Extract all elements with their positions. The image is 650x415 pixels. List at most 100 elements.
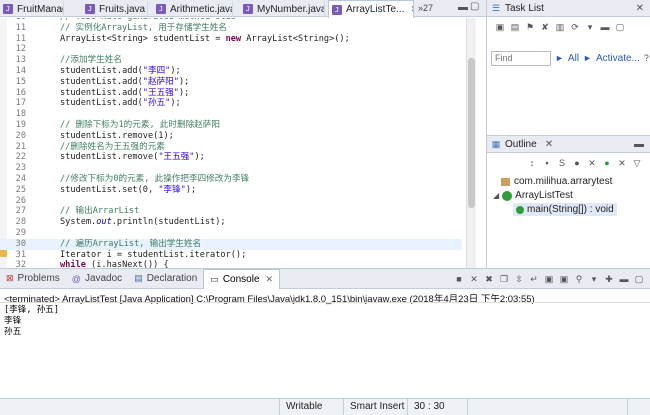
console-icon: ▭: [210, 273, 219, 284]
code-line[interactable]: 23: [0, 163, 462, 174]
code-line[interactable]: 12: [0, 44, 462, 55]
line-number: 17: [15, 98, 26, 109]
show-stderr-icon[interactable]: ▣: [559, 274, 569, 284]
outline-title[interactable]: Outline: [505, 139, 537, 150]
tab-arraylisttest[interactable]: J ArrayListTe... ✕: [328, 0, 414, 18]
code-line[interactable]: 31 Iterator i = studentList.iterator();: [0, 250, 462, 261]
collapse-arrow-icon[interactable]: ◢: [493, 191, 499, 200]
maximize-icon[interactable]: ▢: [615, 22, 625, 32]
hide-nonpublic-icon[interactable]: ●: [572, 158, 582, 168]
open-console-icon[interactable]: ✚: [604, 274, 614, 284]
code-line[interactable]: 13 //添加学生姓名: [0, 55, 462, 66]
code-line[interactable]: 20 studentList.remove(1);: [0, 131, 462, 142]
code-line[interactable]: 15 studentList.add("赵萨阳");: [0, 77, 462, 88]
find-input[interactable]: [491, 50, 551, 66]
next-icon[interactable]: ►: [555, 53, 564, 63]
code-line[interactable]: 19 // 删除下标为1的元素, 此时删除赵萨阳: [0, 120, 462, 131]
minimize-icon[interactable]: ▬: [619, 274, 629, 284]
code-line[interactable]: 25 studentList.set(0, "李锋");: [0, 185, 462, 196]
code-line[interactable]: 24 //修改下标为0的元素, 此操作把李四修改为李锋: [0, 174, 462, 185]
task-list-title[interactable]: Task List: [505, 3, 544, 14]
code-line[interactable]: 22 studentList.remove("王五强");: [0, 152, 462, 163]
next-icon[interactable]: ►: [583, 53, 592, 63]
close-icon[interactable]: ✕: [545, 139, 553, 150]
close-icon[interactable]: ✕: [636, 3, 644, 14]
synchronize-icon[interactable]: ⟳: [570, 22, 580, 32]
code-line[interactable]: 17 studentList.add("孙五");: [0, 98, 462, 109]
activate-link[interactable]: Activate...: [596, 53, 640, 64]
outline-class-item[interactable]: ◢ ArrayListTest: [493, 190, 573, 201]
hide-completed-icon[interactable]: ✘: [540, 22, 550, 32]
code-line[interactable]: 26: [0, 196, 462, 207]
code-line[interactable]: 28 System.out.println(studentList);: [0, 217, 462, 228]
tab-javadoc[interactable]: @ Javadoc: [66, 269, 128, 289]
code-line[interactable]: 16 studentList.add("王五强");: [0, 88, 462, 99]
collapse-icon[interactable]: ▥: [555, 22, 565, 32]
tab-overflow[interactable]: »27: [418, 3, 433, 13]
code-line[interactable]: 11 ArrayList<String> studentList = new Ar…: [0, 34, 462, 45]
filter-icon[interactable]: ⚑: [525, 22, 535, 32]
close-icon[interactable]: ✕: [266, 274, 274, 285]
maximize-icon[interactable]: ▢: [470, 1, 479, 12]
code-text: ArrayList<String> studentList = new Arra…: [60, 33, 350, 44]
copy-icon[interactable]: ❐: [499, 274, 509, 284]
code-text: studentList.add("孙五");: [60, 98, 181, 109]
tab-label: Fruits.java: [99, 3, 146, 15]
tab-declaration[interactable]: ▤ Declaration: [128, 269, 203, 289]
minimize-icon[interactable]: ▬: [634, 139, 644, 150]
outline-package-item[interactable]: com.milihua.arrarytest: [501, 176, 612, 187]
editor-vertical-scrollbar[interactable]: [466, 18, 476, 268]
code-line[interactable]: 21 //删除姓名为王五强的元素: [0, 142, 462, 153]
menu-icon[interactable]: ▽: [632, 158, 642, 168]
sort-icon[interactable]: ↕: [527, 158, 537, 168]
tab-arithmetic[interactable]: J Arithmetic.java: [153, 1, 233, 17]
menu-icon[interactable]: ▾: [585, 22, 595, 32]
new-task-icon[interactable]: ▣: [495, 22, 505, 32]
show-stdout-icon[interactable]: ▣: [544, 274, 554, 284]
pin-icon[interactable]: ⚲: [574, 274, 584, 284]
java-file-icon: J: [332, 4, 342, 15]
code-line[interactable]: 18: [0, 109, 462, 120]
minimize-icon[interactable]: ▬: [458, 2, 468, 13]
tab-console[interactable]: ▭ Console ✕: [203, 268, 281, 289]
code-line[interactable]: 14 studentList.add("李四");: [0, 66, 462, 77]
code-line[interactable]: 30 // 遍历ArrayList, 输出学生姓名: [0, 238, 462, 250]
tab-problems[interactable]: ⊠ Problems: [0, 269, 66, 289]
word-wrap-icon[interactable]: ↵: [529, 274, 539, 284]
close-icon[interactable]: ✕: [410, 4, 413, 15]
hide-local-types-icon[interactable]: ✕: [587, 158, 597, 168]
status-empty: [627, 399, 650, 415]
code-line[interactable]: 27 // 输出ArrarList: [0, 206, 462, 217]
code-text: //删除姓名为王五强的元素: [60, 141, 165, 152]
problems-icon: ⊠: [6, 273, 14, 283]
categorize-icon[interactable]: ▤: [510, 22, 520, 32]
code-line[interactable]: 29: [0, 228, 462, 239]
maximize-icon[interactable]: ▢: [634, 274, 644, 284]
tab-fruitmanager[interactable]: J FruitManager...: [0, 1, 64, 17]
code-line[interactable]: 11 // 实例化ArrayList, 用于存储学生姓名: [0, 23, 462, 34]
task-list-icon: ☰: [491, 3, 501, 13]
code-editor[interactable]: 10// TODO Auto-generated method stub11//…: [0, 18, 476, 268]
focus-icon[interactable]: ✕: [617, 158, 627, 168]
terminate-icon[interactable]: ■: [454, 274, 464, 284]
scroll-lock-icon[interactable]: ⇳: [514, 274, 524, 284]
link-editor-icon[interactable]: ●: [602, 158, 612, 168]
hide-fields-icon[interactable]: ▪: [542, 158, 552, 168]
tab-label: Javadoc: [84, 273, 123, 284]
minimize-icon[interactable]: ▬: [600, 22, 610, 32]
code-line[interactable]: 32 while (i.hasNext()) {: [0, 260, 462, 268]
tab-mynumber[interactable]: J MyNumber.java: [240, 1, 325, 17]
remove-all-icon[interactable]: ✖: [484, 274, 494, 284]
remove-launch-icon[interactable]: ✕: [469, 274, 479, 284]
display-console-icon[interactable]: ▾: [589, 274, 599, 284]
code-text: studentList.set(0, "李锋");: [60, 184, 197, 195]
outline-method-item[interactable]: main(String[]) : void: [513, 203, 617, 216]
help-icon[interactable]: ?: [644, 53, 649, 63]
line-number: 23: [15, 163, 26, 174]
hide-static-icon[interactable]: S: [557, 158, 567, 168]
console-output[interactable]: [李锋, 孙五] 李锋 孙五: [4, 305, 59, 338]
tab-fruits[interactable]: J Fruits.java: [82, 1, 148, 17]
all-link[interactable]: All: [568, 53, 579, 64]
scrollbar-thumb[interactable]: [468, 58, 475, 208]
tab-label: ArrayListTe...: [346, 4, 405, 15]
